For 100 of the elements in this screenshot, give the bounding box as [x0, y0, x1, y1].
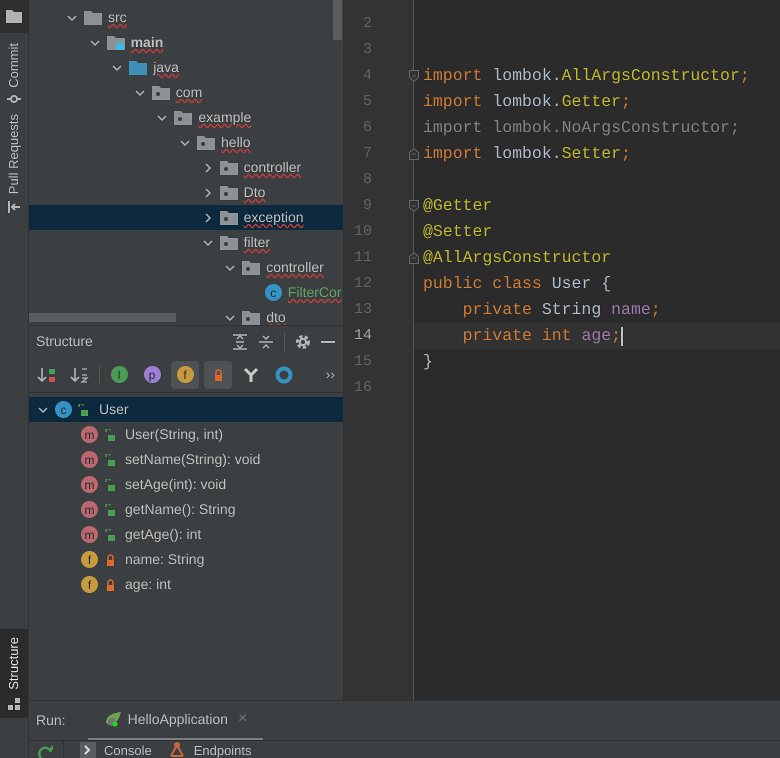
tree-row[interactable]: f age: int [29, 572, 343, 597]
tree-row[interactable]: dto [29, 305, 343, 325]
lock-icon [212, 368, 224, 380]
method-icon: m [81, 426, 98, 443]
hierarchy-icon [243, 366, 259, 382]
folder-icon [84, 10, 102, 25]
filter-button[interactable]: p [138, 360, 166, 388]
class-icon: c [55, 401, 72, 418]
tree-label: hello [221, 133, 251, 152]
unlocked-icon [78, 404, 89, 416]
tree-row[interactable]: controller [29, 255, 343, 280]
tree-row[interactable]: src [29, 5, 343, 30]
method-icon: m [81, 526, 98, 543]
tool-window-tab[interactable]: Commit [4, 43, 24, 88]
rerun-icon[interactable] [38, 744, 54, 758]
tree-row[interactable]: com [29, 80, 343, 105]
sort-visibility-icon [37, 366, 57, 384]
filter-letter-icon: I [110, 366, 128, 383]
lock-icon [105, 578, 116, 590]
tree-label: User [99, 400, 129, 419]
class-icon: c [264, 284, 282, 301]
folder-icon [152, 85, 170, 100]
horizontal-scrollbar[interactable] [29, 313, 176, 322]
unlocked-icon [105, 528, 116, 540]
tool-window-tab[interactable]: Pull Requests [4, 114, 24, 194]
bottom-tab[interactable]: Console [80, 741, 152, 758]
tree-row[interactable]: m getName(): String [29, 497, 343, 522]
text-cursor [621, 326, 624, 346]
ring-icon [275, 366, 293, 384]
tree-row[interactable]: controller [29, 155, 343, 180]
filter-button[interactable]: f [171, 360, 199, 388]
commit-icon [7, 94, 21, 104]
filter-button[interactable]: I [105, 360, 133, 388]
tree-row[interactable]: exception [29, 205, 343, 230]
expand-all-icon[interactable] [232, 334, 248, 350]
filter-button[interactable] [204, 360, 232, 388]
folder-icon [242, 310, 260, 325]
folder-icon [220, 185, 238, 200]
tree-row[interactable]: f name: String [29, 547, 343, 572]
more-button[interactable]: ›› [326, 364, 339, 385]
tree-label: java [153, 58, 179, 77]
folder-icon [242, 260, 260, 275]
vertical-scrollbar[interactable] [333, 0, 342, 40]
tree-row[interactable]: hello [29, 130, 343, 155]
tree-label: name: String [125, 550, 204, 569]
tree-label: age: int [125, 575, 171, 594]
tree-row[interactable]: java [29, 55, 343, 80]
console-icon [80, 742, 96, 758]
tree-row[interactable]: filter [29, 230, 343, 255]
run-tab[interactable]: HelloApplication × [88, 700, 264, 740]
structure-icon [8, 698, 20, 710]
filter-letter-icon: p [144, 366, 160, 383]
code-line: @Getter [423, 194, 492, 217]
tree-label: controller [266, 258, 324, 277]
spring-boot-icon [104, 711, 122, 727]
tree-label: getAge(): int [125, 525, 202, 544]
tree-row[interactable]: m setName(String): void [29, 447, 343, 472]
line-number: 14 [352, 326, 372, 346]
collapse-all-icon[interactable] [258, 334, 274, 350]
tree-row[interactable]: Dto [29, 180, 343, 205]
tree-row[interactable]: example [29, 105, 343, 130]
folder-icon [220, 210, 238, 225]
code-line: import lombok.Setter; [423, 142, 631, 165]
tree-label: src [108, 8, 127, 27]
tree-row[interactable]: m User(String, int) [29, 422, 343, 447]
tree-label: com [176, 83, 202, 102]
lock-icon [105, 554, 116, 566]
pull-request-icon [7, 200, 21, 214]
code-line: import lombok.AllArgsConstructor; [423, 64, 750, 87]
run-label: Run: [36, 711, 66, 730]
tree-label: main [130, 33, 164, 52]
fold-marker-icon[interactable] [409, 70, 419, 82]
tree-label: exception [244, 208, 304, 227]
fold-marker-icon[interactable] [409, 200, 419, 212]
code-line: private String name; [462, 298, 661, 321]
field-icon: f [81, 576, 98, 593]
folder-icon [129, 60, 148, 75]
unlocked-icon [105, 428, 116, 440]
tree-row[interactable]: m getAge(): int [29, 522, 343, 547]
tree-row[interactable]: c FilterCor [29, 280, 343, 305]
filter-letter-icon: f [176, 366, 194, 383]
folder-icon[interactable] [6, 10, 22, 23]
settings-icon[interactable] [295, 334, 311, 350]
tree-label: User(String, int) [125, 425, 224, 444]
tree-label: setName(String): void [125, 450, 260, 469]
unlocked-icon [105, 478, 116, 490]
unlocked-icon [105, 504, 116, 516]
sort-alpha-icon [70, 366, 90, 384]
code-line: @AllArgsConstructor [423, 246, 612, 269]
method-icon: m [81, 476, 98, 493]
field-icon: f [81, 551, 98, 568]
tree-row[interactable]: m setAge(int): void [29, 472, 343, 497]
tree-label: FilterCor [288, 283, 342, 302]
code-line: } [423, 350, 433, 373]
fold-marker-icon[interactable] [409, 148, 419, 160]
fold-marker-icon[interactable] [409, 252, 419, 264]
tree-row[interactable]: main [29, 30, 343, 55]
tree-row[interactable]: c User [29, 397, 343, 422]
bottom-tab[interactable]: Endpoints [168, 741, 252, 758]
tree-label: getName(): String [125, 500, 236, 519]
